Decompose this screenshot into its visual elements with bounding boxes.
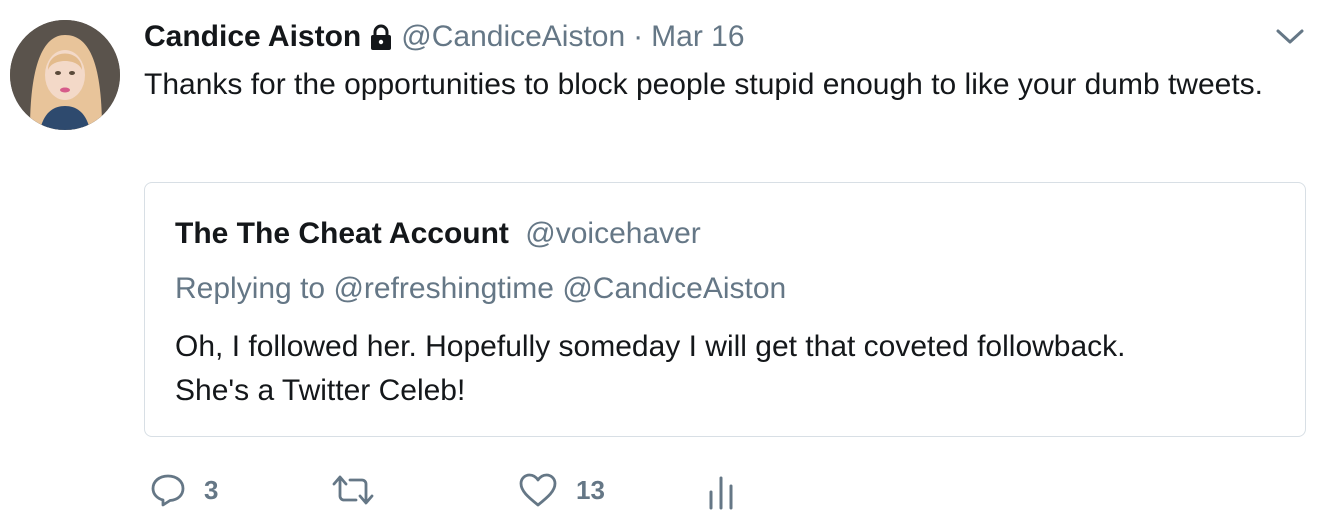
- quoted-tweet-text: Oh, I followed her. Hopefully someday I …: [175, 325, 1275, 413]
- quoted-text-line: Oh, I followed her. Hopefully someday I …: [175, 330, 1126, 363]
- reply-button[interactable]: 3: [150, 466, 218, 514]
- replying-to-link[interactable]: @refreshingtime: [333, 272, 554, 305]
- reply-count: 3: [204, 474, 219, 505]
- replying-to-label: Replying to: [175, 272, 326, 305]
- tweet-header: Candice Aiston @CandiceAiston · Mar 16: [144, 18, 745, 56]
- like-count: 13: [576, 474, 605, 505]
- analytics-icon: [706, 470, 736, 510]
- separator-dot: ·: [633, 20, 644, 53]
- tweet-text: Thanks for the opportunities to block pe…: [144, 68, 1264, 101]
- quoted-text-line: She's a Twitter Celeb!: [175, 374, 466, 407]
- replying-to-link[interactable]: @CandiceAiston: [562, 272, 786, 305]
- retweet-icon: [330, 472, 376, 508]
- replying-to: Replying to @refreshingtime @CandiceAist…: [175, 270, 786, 308]
- heart-icon: [518, 472, 558, 508]
- avatar[interactable]: [10, 20, 120, 130]
- quoted-author-name: The The Cheat Account: [175, 217, 509, 250]
- author-name[interactable]: Candice Aiston: [144, 18, 361, 56]
- quoted-tweet[interactable]: The The Cheat Account @voicehaver Replyi…: [144, 182, 1306, 437]
- tweet-date[interactable]: Mar 16: [651, 18, 744, 56]
- reply-icon: [150, 472, 186, 508]
- quoted-tweet-header: The The Cheat Account @voicehaver: [175, 215, 701, 253]
- like-button[interactable]: 13: [518, 466, 605, 514]
- chevron-down-icon[interactable]: [1272, 24, 1308, 48]
- analytics-button[interactable]: [706, 466, 736, 514]
- author-handle[interactable]: @CandiceAiston: [401, 18, 625, 56]
- lock-icon: [369, 22, 393, 52]
- tweet-actions: 3 13: [144, 466, 844, 514]
- quoted-author-handle: @voicehaver: [525, 217, 701, 250]
- retweet-button[interactable]: [330, 466, 376, 514]
